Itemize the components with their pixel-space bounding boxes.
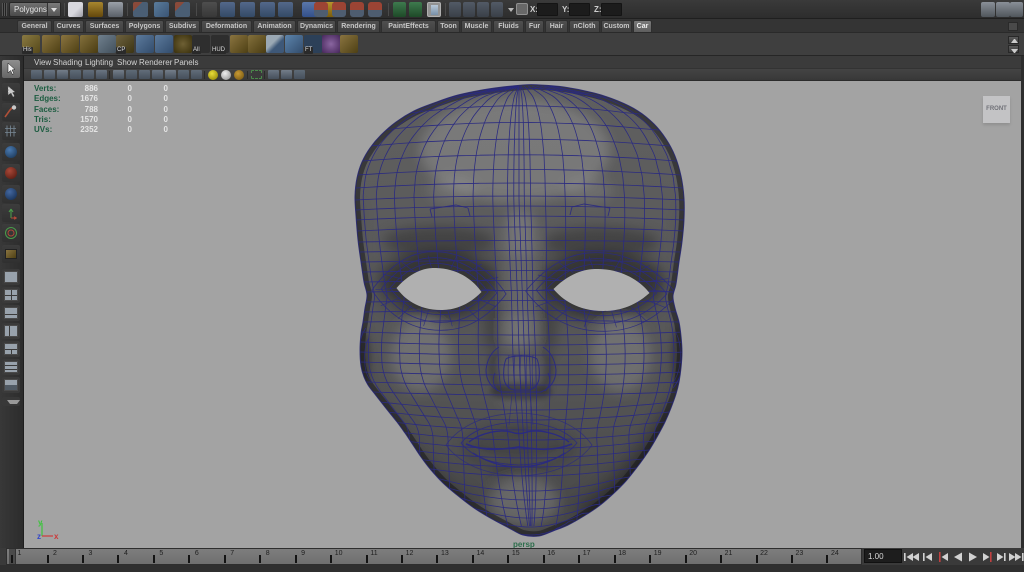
svg-text:y: y [38,518,43,527]
svg-text:z: z [37,532,41,541]
svg-text:x: x [54,532,59,541]
